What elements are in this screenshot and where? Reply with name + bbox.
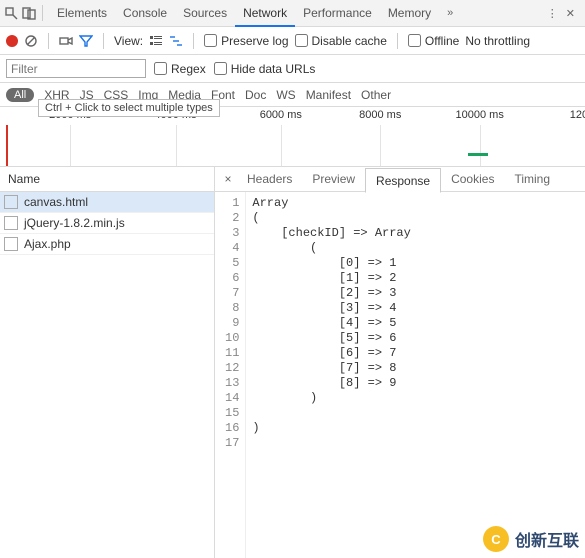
multi-select-tooltip: Ctrl + Click to select multiple types (38, 99, 220, 117)
tabs-overflow-icon[interactable]: » (439, 0, 461, 27)
tab-elements[interactable]: Elements (49, 0, 115, 27)
code-line: ( (252, 241, 410, 256)
code-line: [7] => 8 (252, 361, 410, 376)
line-number: 10 (225, 331, 239, 346)
line-number: 2 (225, 211, 239, 226)
hide-data-urls-checkbox[interactable]: Hide data URLs (214, 62, 316, 76)
request-row[interactable]: jQuery-1.8.2.min.js (0, 213, 214, 234)
line-number: 3 (225, 226, 239, 241)
file-name: Ajax.php (24, 237, 71, 251)
type-ws[interactable]: WS (276, 88, 295, 102)
line-number: 8 (225, 301, 239, 316)
tab-timing[interactable]: Timing (504, 167, 560, 192)
code-line: [2] => 3 (252, 286, 410, 301)
filter-input[interactable] (6, 59, 146, 78)
filter-icon[interactable] (79, 34, 93, 48)
watermark-badge-icon: C (483, 526, 509, 552)
code-line: ( (252, 211, 410, 226)
code-line: [3] => 4 (252, 301, 410, 316)
request-row[interactable]: Ajax.php (0, 234, 214, 255)
detail-tabs: × Headers Preview Response Cookies Timin… (215, 167, 585, 192)
network-toolbar: View: Preserve log Disable cache Offline… (0, 27, 585, 55)
detail-panel: × Headers Preview Response Cookies Timin… (215, 167, 585, 558)
view-label: View: (114, 34, 143, 48)
tab-preview[interactable]: Preview (302, 167, 365, 192)
line-number: 11 (225, 346, 239, 361)
timeline-tick: 8000 ms (359, 109, 401, 121)
main-split: Name canvas.html jQuery-1.8.2.min.js Ajax.… (0, 167, 585, 558)
watermark: C 创新互联 (483, 526, 579, 552)
type-all[interactable]: All (6, 88, 34, 102)
code-line: ) (252, 421, 410, 436)
tab-console[interactable]: Console (115, 0, 175, 27)
code-line: Array (252, 196, 410, 211)
filter-bar: Regex Hide data URLs (0, 55, 585, 83)
type-manifest[interactable]: Manifest (306, 88, 351, 102)
response-body[interactable]: 1234567891011121314151617 Array( [checkI… (215, 192, 585, 558)
line-number: 16 (225, 421, 239, 436)
line-number: 5 (225, 256, 239, 271)
code-line: [5] => 6 (252, 331, 410, 346)
line-number: 7 (225, 286, 239, 301)
tab-cookies[interactable]: Cookies (441, 167, 504, 192)
tab-sources[interactable]: Sources (175, 0, 235, 27)
line-number: 1 (225, 196, 239, 211)
camera-icon[interactable] (59, 34, 73, 48)
inspect-icon[interactable] (4, 6, 18, 20)
tab-network[interactable]: Network (235, 0, 295, 27)
line-number: 14 (225, 391, 239, 406)
code-line: [4] => 5 (252, 316, 410, 331)
waterfall-icon[interactable] (169, 34, 183, 48)
line-number: 6 (225, 271, 239, 286)
device-toggle-icon[interactable] (22, 6, 36, 20)
devtools-tabbar: Elements Console Sources Network Perform… (0, 0, 585, 27)
column-header-name[interactable]: Name (0, 167, 214, 192)
file-icon (4, 216, 18, 230)
type-doc[interactable]: Doc (245, 88, 266, 102)
file-icon (4, 195, 18, 209)
timeline-tick: 12000 (570, 109, 585, 121)
file-name: jQuery-1.8.2.min.js (24, 216, 125, 230)
timeline-request-bar (468, 153, 488, 156)
request-list-panel: Name canvas.html jQuery-1.8.2.min.js Ajax.… (0, 167, 215, 558)
resource-type-filter: All XHR JS CSS Img Media Font Doc WS Man… (0, 83, 585, 107)
watermark-text: 创新互联 (515, 527, 579, 551)
code-line: [8] => 9 (252, 376, 410, 391)
line-number: 9 (225, 316, 239, 331)
throttling-select[interactable]: No throttling (465, 34, 530, 48)
code-line: [6] => 7 (252, 346, 410, 361)
line-number: 12 (225, 361, 239, 376)
code-line (252, 406, 410, 421)
line-number: 17 (225, 436, 239, 451)
line-number: 4 (225, 241, 239, 256)
large-rows-icon[interactable] (149, 34, 163, 48)
record-icon[interactable] (6, 35, 18, 47)
request-row[interactable]: canvas.html (0, 192, 214, 213)
close-detail-icon[interactable]: × (219, 172, 237, 186)
type-other[interactable]: Other (361, 88, 391, 102)
preserve-log-checkbox[interactable]: Preserve log (204, 34, 288, 48)
timeline-start-marker (6, 125, 8, 166)
code-line (252, 436, 410, 451)
tab-memory[interactable]: Memory (380, 0, 439, 27)
file-icon (4, 237, 18, 251)
line-number: 15 (225, 406, 239, 421)
tab-performance[interactable]: Performance (295, 0, 380, 27)
code-line: [1] => 2 (252, 271, 410, 286)
timeline-tick: 10000 ms (456, 109, 504, 121)
code-line: ) (252, 391, 410, 406)
code-line: [0] => 1 (252, 256, 410, 271)
tab-response[interactable]: Response (365, 168, 441, 193)
line-number: 13 (225, 376, 239, 391)
disable-cache-checkbox[interactable]: Disable cache (295, 34, 387, 48)
tab-headers[interactable]: Headers (237, 167, 302, 192)
file-name: canvas.html (24, 195, 88, 209)
clear-icon[interactable] (24, 34, 38, 48)
kebab-menu-icon[interactable]: ⋮ (547, 7, 558, 20)
offline-checkbox[interactable]: Offline (408, 34, 459, 48)
close-devtools-icon[interactable]: ✕ (566, 7, 575, 20)
regex-checkbox[interactable]: Regex (154, 62, 206, 76)
code-line: [checkID] => Array (252, 226, 410, 241)
timeline-tick: 6000 ms (260, 109, 302, 121)
